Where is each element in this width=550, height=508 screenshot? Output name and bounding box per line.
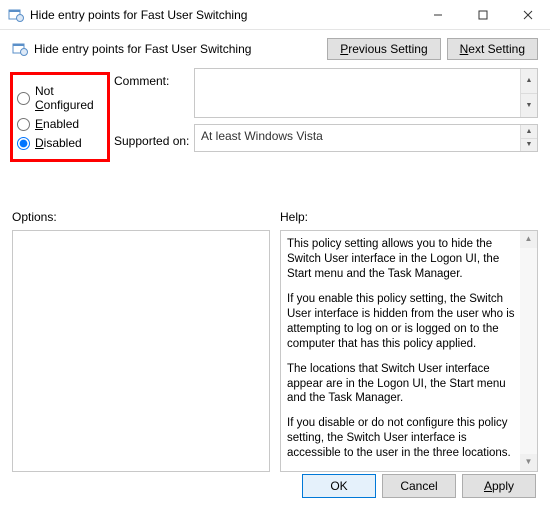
policy-icon (12, 41, 28, 57)
comment-label: Comment: (114, 74, 194, 88)
highlight-box: Not Configured Enabled Disabled (10, 72, 110, 162)
supported-on-text: At least Windows Vista (201, 129, 323, 143)
help-label: Help: (280, 210, 538, 224)
options-box (12, 230, 270, 472)
supported-label: Supported on: (114, 134, 194, 148)
window-title: Hide entry points for Fast User Switchin… (30, 8, 415, 22)
radio-not-configured[interactable]: Not Configured (17, 84, 103, 112)
close-button[interactable] (505, 0, 550, 29)
chevron-up-icon[interactable]: ▲ (520, 231, 537, 248)
help-paragraph: If you enable this policy setting, the S… (287, 292, 517, 352)
supported-on-field: At least Windows Vista ▲▼ (194, 124, 538, 152)
chevron-up-icon[interactable]: ▲ (521, 125, 537, 139)
options-label: Options: (12, 210, 270, 224)
radio-not-configured-input[interactable] (17, 92, 30, 105)
comment-field[interactable]: ▲▼ (194, 68, 538, 118)
page-title: Hide entry points for Fast User Switchin… (34, 42, 327, 56)
radio-disabled-input[interactable] (17, 137, 30, 150)
cancel-button[interactable]: Cancel (382, 474, 456, 498)
help-paragraph: If you disable or do not configure this … (287, 416, 517, 461)
chevron-down-icon[interactable]: ▼ (520, 454, 537, 471)
ok-button[interactable]: OK (302, 474, 376, 498)
scroll-track[interactable] (520, 248, 537, 454)
comment-spinner[interactable]: ▲▼ (520, 69, 537, 117)
minimize-button[interactable] (415, 0, 460, 29)
help-paragraph: The locations that Switch User interface… (287, 362, 517, 407)
next-setting-button[interactable]: Next Setting (447, 38, 538, 60)
radio-enabled[interactable]: Enabled (17, 117, 103, 131)
maximize-button[interactable] (460, 0, 505, 29)
chevron-down-icon[interactable]: ▼ (521, 139, 537, 152)
supported-spinner[interactable]: ▲▼ (520, 125, 537, 151)
chevron-up-icon[interactable]: ▲ (521, 69, 537, 94)
chevron-down-icon[interactable]: ▼ (521, 94, 537, 118)
policy-icon (8, 7, 24, 23)
title-bar: Hide entry points for Fast User Switchin… (0, 0, 550, 30)
radio-enabled-input[interactable] (17, 118, 30, 131)
scrollbar[interactable]: ▲ ▼ (520, 231, 537, 471)
previous-setting-button[interactable]: Previous Setting (327, 38, 440, 60)
help-box: This policy setting allows you to hide t… (280, 230, 538, 472)
radio-disabled[interactable]: Disabled (17, 136, 103, 150)
apply-button[interactable]: Apply (462, 474, 536, 498)
help-paragraph: This policy setting allows you to hide t… (287, 237, 517, 282)
